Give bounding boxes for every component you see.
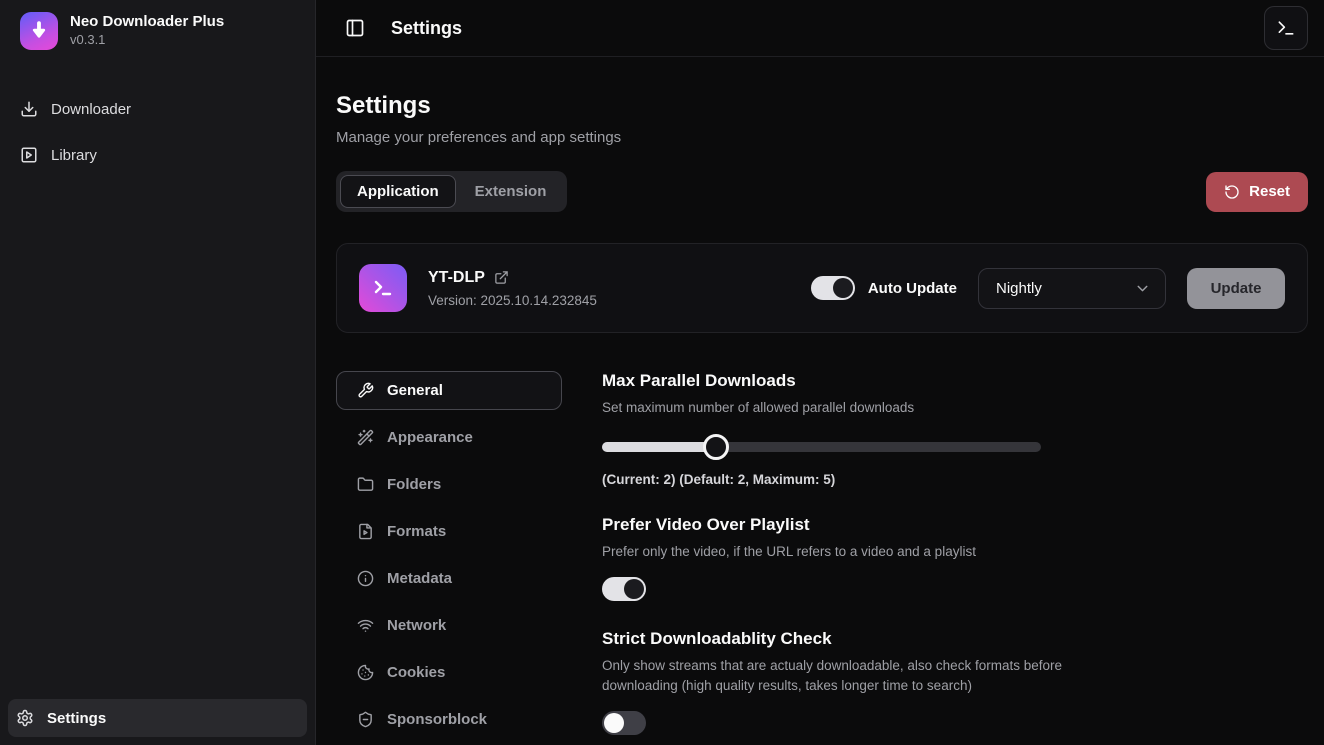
subnav-item-label: General (387, 382, 443, 399)
app-version: v0.3.1 (70, 32, 224, 49)
setting-description: Prefer only the video, if the URL refers… (602, 542, 1114, 562)
setting-description: Set maximum number of allowed parallel d… (602, 398, 1114, 418)
tab-application[interactable]: Application (340, 175, 456, 208)
tabs-row: Application Extension Reset (336, 171, 1308, 212)
reset-button[interactable]: Reset (1206, 172, 1308, 212)
auto-update-label: Auto Update (868, 280, 957, 297)
auto-update-row: Auto Update (811, 276, 957, 300)
slider-thumb[interactable] (703, 434, 729, 460)
reset-button-label: Reset (1249, 183, 1290, 200)
app-name: Neo Downloader Plus (70, 13, 224, 32)
subnav-item-sponsorblock[interactable]: Sponsorblock (336, 700, 562, 739)
sidebar-item-downloader[interactable]: Downloader (12, 90, 303, 128)
setting-description: Only show streams that are actualy downl… (602, 656, 1114, 695)
setting-max-parallel-downloads: Max Parallel Downloads Set maximum numbe… (602, 371, 1308, 487)
auto-update-toggle[interactable] (811, 276, 855, 300)
sidebar-item-label: Downloader (51, 101, 131, 118)
download-arrow-icon (28, 20, 50, 42)
wrench-icon (357, 382, 374, 399)
download-icon (20, 100, 38, 118)
strict-check-toggle[interactable] (602, 711, 646, 735)
cookie-icon (357, 664, 374, 681)
rotate-ccw-icon (1224, 184, 1240, 200)
sidebar-item-label: Library (51, 147, 97, 164)
subnav-item-folders[interactable]: Folders (336, 465, 562, 504)
sidebar-toggle-button[interactable] (345, 18, 365, 38)
file-video-icon (357, 523, 374, 540)
settings-page: Settings Manage your preferences and app… (316, 57, 1324, 745)
subnav-item-cookies[interactable]: Cookies (336, 653, 562, 692)
subnav-item-general[interactable]: General (336, 371, 562, 410)
app-title-block: Neo Downloader Plus v0.3.1 (70, 13, 224, 49)
subnav-item-label: Network (387, 617, 446, 634)
sidebar-item-library[interactable]: Library (12, 136, 303, 174)
engine-info: YT-DLP Version: 2025.10.14.232845 (428, 269, 597, 308)
library-icon (20, 146, 38, 164)
settings-tabs: Application Extension (336, 171, 567, 212)
engine-name: YT-DLP (428, 269, 485, 287)
subnav-item-appearance[interactable]: Appearance (336, 418, 562, 457)
terminal-button[interactable] (1264, 6, 1308, 50)
slider-fill (602, 442, 716, 452)
update-button[interactable]: Update (1187, 268, 1285, 309)
sidebar: Neo Downloader Plus v0.3.1 Downloader Li… (0, 0, 316, 745)
subnav-item-label: Cookies (387, 664, 445, 681)
setting-prefer-video: Prefer Video Over Playlist Prefer only t… (602, 515, 1308, 602)
settings-subnav: General Appearance Folders (336, 371, 562, 745)
setting-title: Max Parallel Downloads (602, 371, 1308, 391)
terminal-icon (1276, 18, 1296, 38)
shield-minus-icon (357, 711, 374, 728)
top-bar: Settings (316, 0, 1324, 57)
external-link-icon[interactable] (494, 270, 509, 285)
slider-status: (Current: 2) (Default: 2, Maximum: 5) (602, 472, 1308, 487)
page-title: Settings (336, 92, 1308, 120)
subnav-item-label: Sponsorblock (387, 711, 487, 728)
settings-panel: Max Parallel Downloads Set maximum numbe… (602, 371, 1308, 745)
panel-left-icon (345, 18, 365, 38)
app-logo-icon (20, 12, 58, 50)
header-title: Settings (391, 18, 462, 39)
sidebar-nav: Downloader Library (0, 90, 315, 174)
release-channel-select[interactable]: Nightly (978, 268, 1166, 309)
release-channel-value: Nightly (996, 280, 1042, 297)
wifi-icon (357, 617, 374, 634)
page-subtitle: Manage your preferences and app settings (336, 129, 1308, 146)
subnav-item-label: Folders (387, 476, 441, 493)
ytdlp-terminal-icon (359, 264, 407, 312)
tab-extension[interactable]: Extension (458, 175, 564, 208)
subnav-item-network[interactable]: Network (336, 606, 562, 645)
engine-version: Version: 2025.10.14.232845 (428, 293, 597, 308)
prefer-video-toggle[interactable] (602, 577, 646, 601)
engine-controls: Auto Update Nightly Update (811, 268, 1285, 309)
subnav-item-metadata[interactable]: Metadata (336, 559, 562, 598)
max-parallel-slider[interactable] (602, 434, 1041, 460)
info-icon (357, 570, 374, 587)
app-window: Neo Downloader Plus v0.3.1 Downloader Li… (0, 0, 1324, 745)
settings-lower: General Appearance Folders (336, 371, 1308, 745)
folder-icon (357, 476, 374, 493)
sidebar-item-settings[interactable]: Settings (8, 699, 307, 737)
gear-icon (16, 709, 34, 727)
setting-title: Prefer Video Over Playlist (602, 515, 1308, 535)
main-area: Settings Settings Manage your preference… (316, 0, 1324, 745)
app-logo-row: Neo Downloader Plus v0.3.1 (0, 0, 315, 60)
subnav-item-formats[interactable]: Formats (336, 512, 562, 551)
setting-title: Strict Downloadablity Check (602, 629, 1308, 649)
subnav-item-label: Metadata (387, 570, 452, 587)
subnav-item-label: Appearance (387, 429, 473, 446)
engine-card: YT-DLP Version: 2025.10.14.232845 Auto U… (336, 243, 1308, 333)
subnav-item-label: Formats (387, 523, 446, 540)
sidebar-item-label: Settings (47, 710, 106, 727)
setting-strict-check: Strict Downloadablity Check Only show st… (602, 629, 1308, 735)
wand-sparkles-icon (357, 429, 374, 446)
chevron-down-icon (1134, 280, 1151, 297)
sidebar-bottom: Settings (0, 691, 315, 745)
